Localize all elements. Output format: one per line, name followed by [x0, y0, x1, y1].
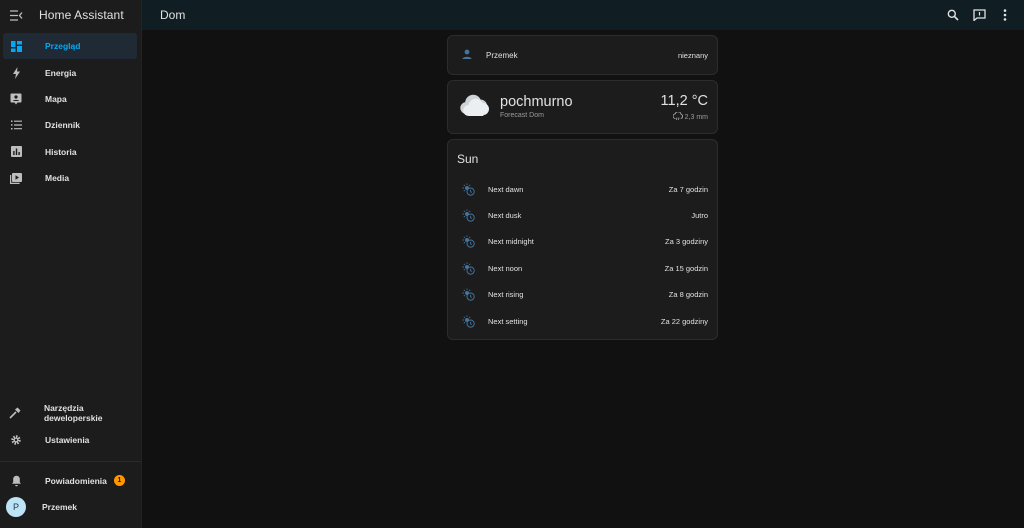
sidebar-item-label: Przegląd [45, 41, 81, 52]
sidebar-item-settings[interactable]: Ustawienia [3, 426, 137, 452]
sidebar-item-label: Energia [45, 67, 77, 78]
sidebar-item-label: Powiadomienia [45, 475, 107, 486]
sidebar-item-label: Przemek [42, 502, 77, 513]
sidebar-bottom: Narzędzia deweloperskie Ustawienia Powia… [0, 400, 141, 521]
sidebar-item-label: Dziennik [45, 120, 80, 131]
sun-row-value: Za 3 godziny [665, 237, 708, 247]
sun-row-next-dusk[interactable]: Next dusk Jutro [448, 202, 717, 228]
sun-row-value: Jutro [691, 211, 708, 221]
sidebar-item-label: Mapa [45, 93, 67, 104]
sun-clock-icon [461, 209, 475, 223]
hammer-icon [9, 406, 22, 420]
sun-clock-icon [461, 235, 475, 249]
notification-badge: 1 [114, 475, 125, 487]
weather-temperature: 11,2 °C [660, 93, 708, 109]
weather-card[interactable]: pochmurno Forecast Dom 11,2 °C 2,3 mm [447, 80, 718, 134]
sidebar-item-label: Narzędzia deweloperskie [43, 403, 103, 424]
bell-icon [9, 474, 23, 488]
more-vert-icon[interactable] [998, 8, 1012, 22]
sun-clock-icon [461, 182, 475, 196]
logbook-list-icon [9, 118, 23, 132]
sidebar-nav: Przegląd Energia Mapa Dziennik Historia [0, 33, 141, 191]
sidebar-item-media[interactable]: Media [3, 165, 137, 191]
menu-collapse-icon[interactable] [9, 8, 23, 22]
app-title: Home Assistant [39, 8, 124, 22]
media-play-icon [9, 171, 23, 185]
chart-box-icon [9, 145, 23, 159]
sidebar-item-label: Historia [45, 146, 77, 157]
person-entity-card[interactable]: Przemek nieznany [447, 35, 718, 75]
avatar: P [6, 497, 26, 518]
sun-row-value: Za 15 godzin [664, 263, 708, 273]
assist-chat-icon[interactable] [972, 8, 986, 22]
dashboard-icon [9, 39, 23, 53]
sidebar-item-map[interactable]: Mapa [3, 86, 137, 112]
sidebar-divider [0, 460, 141, 462]
sun-row-value: Za 7 godzin [668, 184, 708, 194]
sun-row-label: Next dusk [488, 211, 522, 221]
sidebar-header: Home Assistant [0, 0, 141, 30]
person-state: nieznany [677, 50, 708, 60]
sun-row-next-noon[interactable]: Next noon Za 15 godzin [448, 255, 717, 281]
search-icon[interactable] [946, 8, 960, 22]
weather-pouring-icon [672, 111, 683, 123]
sun-row-label: Next rising [488, 290, 524, 300]
sun-row-label: Next setting [488, 316, 528, 326]
person-name: Przemek [486, 50, 518, 60]
weather-condition: pochmurno [500, 94, 573, 110]
sidebar-item-energy[interactable]: Energia [3, 59, 137, 85]
sun-row-label: Next noon [488, 263, 523, 273]
sun-clock-icon [461, 261, 475, 275]
sun-row-label: Next midnight [488, 237, 534, 247]
lightning-bolt-icon [9, 66, 23, 80]
sun-entities-card: Sun Next dawn Za 7 godzin Next dusk Jutr… [447, 139, 718, 340]
sun-row-next-rising[interactable]: Next rising Za 8 godzin [448, 282, 717, 308]
map-account-icon [9, 92, 23, 106]
sidebar-item-profile[interactable]: P Przemek [3, 494, 137, 520]
gear-icon [9, 433, 23, 447]
sun-row-value: Za 22 godziny [660, 316, 708, 326]
weather-source: Forecast Dom [500, 112, 544, 119]
sun-clock-icon [461, 314, 475, 328]
sun-clock-icon [461, 288, 475, 302]
sun-rows: Next dawn Za 7 godzin Next dusk Jutro Ne… [448, 176, 717, 334]
top-bar: Dom [142, 0, 1024, 30]
sun-row-next-setting[interactable]: Next setting Za 22 godziny [448, 308, 717, 334]
sun-row-label: Next dawn [488, 184, 524, 194]
sidebar-item-logbook[interactable]: Dziennik [3, 112, 137, 138]
sidebar-item-history[interactable]: Historia [3, 139, 137, 165]
sidebar-item-overview[interactable]: Przegląd [3, 33, 137, 60]
account-icon [462, 46, 472, 64]
sidebar-item-developer-tools[interactable]: Narzędzia deweloperskie [3, 400, 137, 426]
page-title: Dom [160, 8, 186, 22]
cloudy-icon [459, 93, 490, 122]
sidebar: Home Assistant Przegląd Energia Mapa Dzi… [0, 0, 142, 528]
weather-precipitation: 2,3 mm [672, 111, 708, 123]
sidebar-item-label: Ustawienia [45, 434, 90, 445]
sidebar-item-label: Media [45, 173, 70, 184]
sun-row-next-midnight[interactable]: Next midnight Za 3 godziny [448, 229, 717, 255]
toolbar-actions [946, 8, 1012, 22]
card-title: Sun [457, 152, 479, 166]
weather-precipitation-value: 2,3 mm [684, 114, 708, 121]
sun-row-value: Za 8 godzin [668, 290, 708, 300]
sidebar-item-notifications[interactable]: Powiadomienia 1 [3, 468, 137, 494]
sun-row-next-dawn[interactable]: Next dawn Za 7 godzin [448, 176, 717, 202]
